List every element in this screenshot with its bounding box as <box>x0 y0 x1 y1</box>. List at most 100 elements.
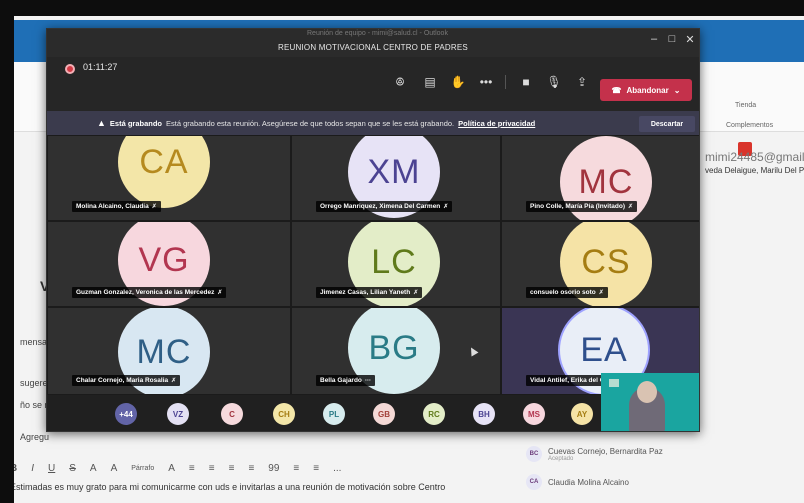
participant-tile[interactable]: XM Orrego Manriquez, Ximena Del Carmen ✗ <box>291 135 501 221</box>
font-size-button[interactable]: A <box>111 463 118 474</box>
mic-muted-icon: ✗ <box>217 290 223 296</box>
underline-button[interactable]: U <box>48 463 55 474</box>
participant-tile[interactable]: MC Pino Colle, María Pía (Invitado) ✗ <box>501 135 699 221</box>
more-participants-avatar[interactable]: +44 <box>115 403 137 425</box>
format-toolbar: B I U S A A Párrafo A ≡ ≡ ≡ ≡ 99 ≡ ≡ ... <box>10 458 530 478</box>
mic-muted-icon: ✗ <box>151 204 157 210</box>
participants-icon[interactable]: ꔮ <box>391 75 409 90</box>
italic-button[interactable]: I <box>31 463 34 474</box>
warning-icon: ▲ <box>97 118 106 128</box>
minimize-icon[interactable]: – <box>645 33 663 45</box>
maximize-icon[interactable]: □ <box>663 33 681 45</box>
mic-muted-icon: ✗ <box>628 204 634 210</box>
align-button[interactable]: ≡ <box>313 463 319 474</box>
roster-avatar[interactable]: MS <box>523 403 545 425</box>
recording-message: ▲ Está grabando Está grabando esta reuni… <box>97 118 535 128</box>
toolbar-divider <box>505 75 506 89</box>
leave-label: Abandonar <box>626 85 669 95</box>
participant-name: Pino Colle, María Pía (Invitado) <box>530 203 625 210</box>
bullets-button[interactable]: ≡ <box>189 463 195 474</box>
more-format-button[interactable]: ... <box>333 463 341 474</box>
meeting-title: REUNION MOTIVACIONAL CENTRO DE PADRES <box>278 43 468 52</box>
teams-meeting-window: Reunión de equipo - mimi@salud.cl - Outl… <box>46 28 700 432</box>
background-picture <box>609 379 619 387</box>
clear-format-button[interactable]: A <box>168 463 175 474</box>
participant-name: Guzman Gonzalez, Veronica de las Mercede… <box>76 289 215 296</box>
participant-name-tag: Molina Alcaino, Claudia ✗ <box>72 201 161 212</box>
numbering-button[interactable]: ≡ <box>209 463 215 474</box>
participant-tile[interactable]: VG Guzman Gonzalez, Veronica de las Merc… <box>47 221 291 307</box>
monitor-bezel <box>0 0 14 503</box>
link-button[interactable]: ≡ <box>293 463 299 474</box>
recording-title: Está grabando <box>109 118 163 128</box>
monitor-bezel <box>0 0 804 16</box>
participant-name-tag: Guzman Gonzalez, Veronica de las Mercede… <box>72 287 227 298</box>
participant-name-tag: Chalar Cornejo, Maria Rosalia ✗ <box>72 375 181 386</box>
roster-avatar[interactable]: C <box>221 403 243 425</box>
ribbon-tienda-label[interactable]: Tienda <box>735 102 756 109</box>
meeting-timer: 01:11:27 <box>83 62 118 72</box>
participant-tile[interactable]: MC Chalar Cornejo, Maria Rosalia ✗ <box>47 307 291 395</box>
outlook-window-title: Reunión de equipo - mimi@salud.cl - Outl… <box>307 30 448 37</box>
attendee-item[interactable]: BC Cuevas Cornejo, Bernardita Paz Acepta… <box>526 446 663 462</box>
attendee-status: Aceptado <box>548 455 574 462</box>
recording-banner: ▲ Está grabando Está grabando esta reuni… <box>47 111 699 135</box>
close-icon[interactable]: ✕ <box>681 33 699 46</box>
roster-avatar[interactable]: GB <box>373 403 395 425</box>
participant-name: Chalar Cornejo, Maria Rosalia <box>76 377 169 384</box>
participant-name: Jimenez Casas, Lilian Yaneth <box>320 289 411 296</box>
roster-avatar[interactable]: BH <box>473 403 495 425</box>
leave-button[interactable]: ☎ Abandonar ⌄ <box>600 79 692 101</box>
share-screen-icon[interactable]: ⇪ <box>573 75 591 89</box>
self-video-preview[interactable] <box>601 373 699 431</box>
participant-name-tag: Bella Gajardo ⋯ <box>316 375 375 386</box>
roster-avatar[interactable]: CH <box>273 403 295 425</box>
message-body[interactable]: Estimadas es muy grato para mi comunicar… <box>10 482 445 492</box>
participant-grid: CA Molina Alcaino, Claudia ✗ XM Orrego M… <box>47 135 699 395</box>
attendee-item[interactable]: CA Claudia Molina Alcaino <box>526 474 629 490</box>
font-color-button[interactable]: A <box>90 463 97 474</box>
indent-button[interactable]: ≡ <box>248 463 254 474</box>
microphone-icon[interactable]: 🎙 <box>545 75 563 89</box>
roster-avatar[interactable]: VZ <box>167 403 189 425</box>
participant-name-tag: Pino Colle, María Pía (Invitado) ✗ <box>526 201 638 212</box>
attendee-name: Claudia Molina Alcaino <box>548 477 629 487</box>
roster-avatar[interactable]: RC <box>423 403 445 425</box>
participant-tile[interactable]: LC Jimenez Casas, Lilian Yaneth ✗ <box>291 221 501 307</box>
from-email: mimi24485@gmail <box>705 150 804 164</box>
side-label-agregue: Agregu <box>20 432 50 442</box>
ribbon-complementos-label[interactable]: Complementos <box>726 122 773 129</box>
paragraph-dropdown[interactable]: Párrafo <box>131 465 154 472</box>
roster-avatar[interactable]: PL <box>323 403 345 425</box>
outdent-button[interactable]: ≡ <box>229 463 235 474</box>
participant-name-tag: consuelo osorio soto ✗ <box>526 287 608 298</box>
side-label-mensaje: mensaj <box>20 337 50 347</box>
phone-hangup-icon: ☎ <box>611 85 622 95</box>
privacy-policy-link[interactable]: Política de privacidad <box>458 119 535 128</box>
mic-muted-icon: ✗ <box>171 378 177 384</box>
quote-button[interactable]: 99 <box>268 463 279 474</box>
strikethrough-button[interactable]: S <box>69 463 76 474</box>
participant-name-tag: Orrego Manriquez, Ximena Del Carmen ✗ <box>316 201 453 212</box>
chat-icon[interactable]: ▤ <box>421 75 439 89</box>
raise-hand-icon[interactable]: ✋ <box>449 75 467 89</box>
self-video-face <box>637 381 657 403</box>
participant-name: consuelo osorio soto <box>530 289 596 296</box>
mic-muted-icon: ✗ <box>413 290 419 296</box>
participant-name: Bella Gajardo <box>320 377 362 384</box>
participant-tile[interactable]: CA Molina Alcaino, Claudia ✗ <box>47 135 291 221</box>
attendee-name: Cuevas Cornejo, Bernardita Paz <box>548 446 663 456</box>
recording-indicator-icon <box>65 64 75 74</box>
more-actions-icon[interactable]: ••• <box>477 75 495 89</box>
participant-name: Orrego Manriquez, Ximena Del Carmen <box>320 203 441 210</box>
camera-icon[interactable]: ■ <box>517 75 535 89</box>
window-title-bar: Reunión de equipo - mimi@salud.cl - Outl… <box>47 29 699 57</box>
dismiss-button[interactable]: Descartar <box>639 116 695 132</box>
chevron-down-icon: ⌄ <box>673 85 681 95</box>
recipients-line: veda Delaigue, Marilu Del Pi <box>705 166 804 175</box>
more-options-icon[interactable]: ⋯ <box>365 377 371 384</box>
participant-name: Molina Alcaino, Claudia <box>76 203 149 210</box>
roster-avatar[interactable]: AY <box>571 403 593 425</box>
participant-tile[interactable]: CS consuelo osorio soto ✗ <box>501 221 699 307</box>
mic-muted-icon: ✗ <box>598 290 604 296</box>
